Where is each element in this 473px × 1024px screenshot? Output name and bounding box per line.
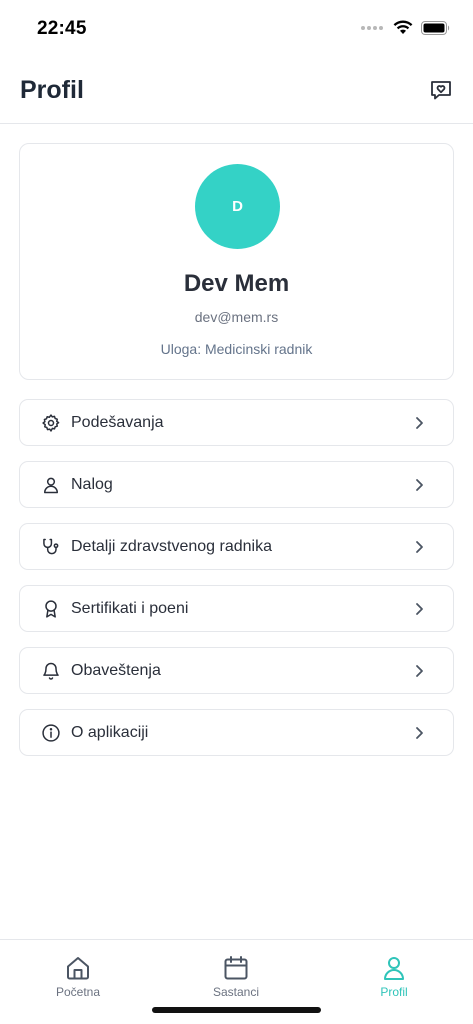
menu-item-label: Obaveštenja: [71, 662, 161, 679]
user-name: Dev Mem: [183, 270, 290, 297]
menu-item-notifications[interactable]: Obaveštenja: [19, 647, 454, 694]
user-icon: [384, 957, 404, 980]
profile-card: D Dev Mem dev@mem.rs Uloga: Medicinski r…: [19, 143, 454, 380]
menu-item-label: Podešavanja: [71, 414, 164, 431]
tab-label: Profil: [380, 985, 408, 999]
menu-item-settings[interactable]: Podešavanja: [19, 399, 454, 446]
bell-icon: [43, 662, 59, 680]
tab-label: Početna: [55, 985, 101, 999]
cellular-signal-icon: [361, 25, 383, 30]
tab-meetings[interactable]: Sastanci: [186, 954, 286, 1004]
user-icon: [44, 477, 58, 494]
message-heart-icon: [431, 81, 451, 100]
menu-item-certificates[interactable]: Sertifikati i poeni: [19, 585, 454, 632]
chevron-right-icon: [416, 727, 423, 739]
tab-home[interactable]: Početna: [28, 954, 128, 1004]
menu-item-label: Sertifikati i poeni: [71, 600, 189, 617]
menu-item-account[interactable]: Nalog: [19, 461, 454, 508]
status-bar: 22:45: [0, 0, 473, 58]
chevron-right-icon: [416, 603, 423, 615]
feedback-button[interactable]: [429, 78, 453, 102]
info-icon: [42, 724, 60, 742]
menu-item-label: Nalog: [71, 476, 113, 493]
battery-icon: [421, 20, 450, 35]
menu-item-health-worker-details[interactable]: Detalji zdravstvenog radnika: [19, 523, 454, 570]
home-icon: [67, 957, 89, 980]
chevron-right-icon: [416, 417, 423, 429]
tab-profile[interactable]: Profil: [344, 954, 444, 1004]
menu-item-about[interactable]: O aplikaciji: [19, 709, 454, 756]
avatar: D: [195, 164, 280, 249]
header: Profil: [0, 58, 473, 124]
calendar-icon: [224, 956, 248, 980]
status-time: 22:45: [37, 18, 87, 39]
chevron-right-icon: [416, 665, 423, 677]
wifi-icon: [393, 20, 413, 34]
gear-icon: [42, 414, 60, 432]
page-title: Profil: [20, 76, 84, 104]
stethoscope-icon: [43, 538, 59, 555]
award-icon: [45, 600, 57, 618]
user-email: dev@mem.rs: [194, 309, 279, 325]
chevron-right-icon: [416, 479, 423, 491]
status-icons: [361, 20, 451, 35]
tab-label: Sastanci: [212, 985, 260, 999]
menu-item-label: O aplikaciji: [71, 724, 149, 741]
home-indicator: [152, 1007, 321, 1013]
user-role: Uloga: Medicinski radnik: [160, 341, 313, 357]
chevron-right-icon: [416, 541, 423, 553]
menu-item-label: Detalji zdravstvenog radnika: [71, 538, 272, 555]
